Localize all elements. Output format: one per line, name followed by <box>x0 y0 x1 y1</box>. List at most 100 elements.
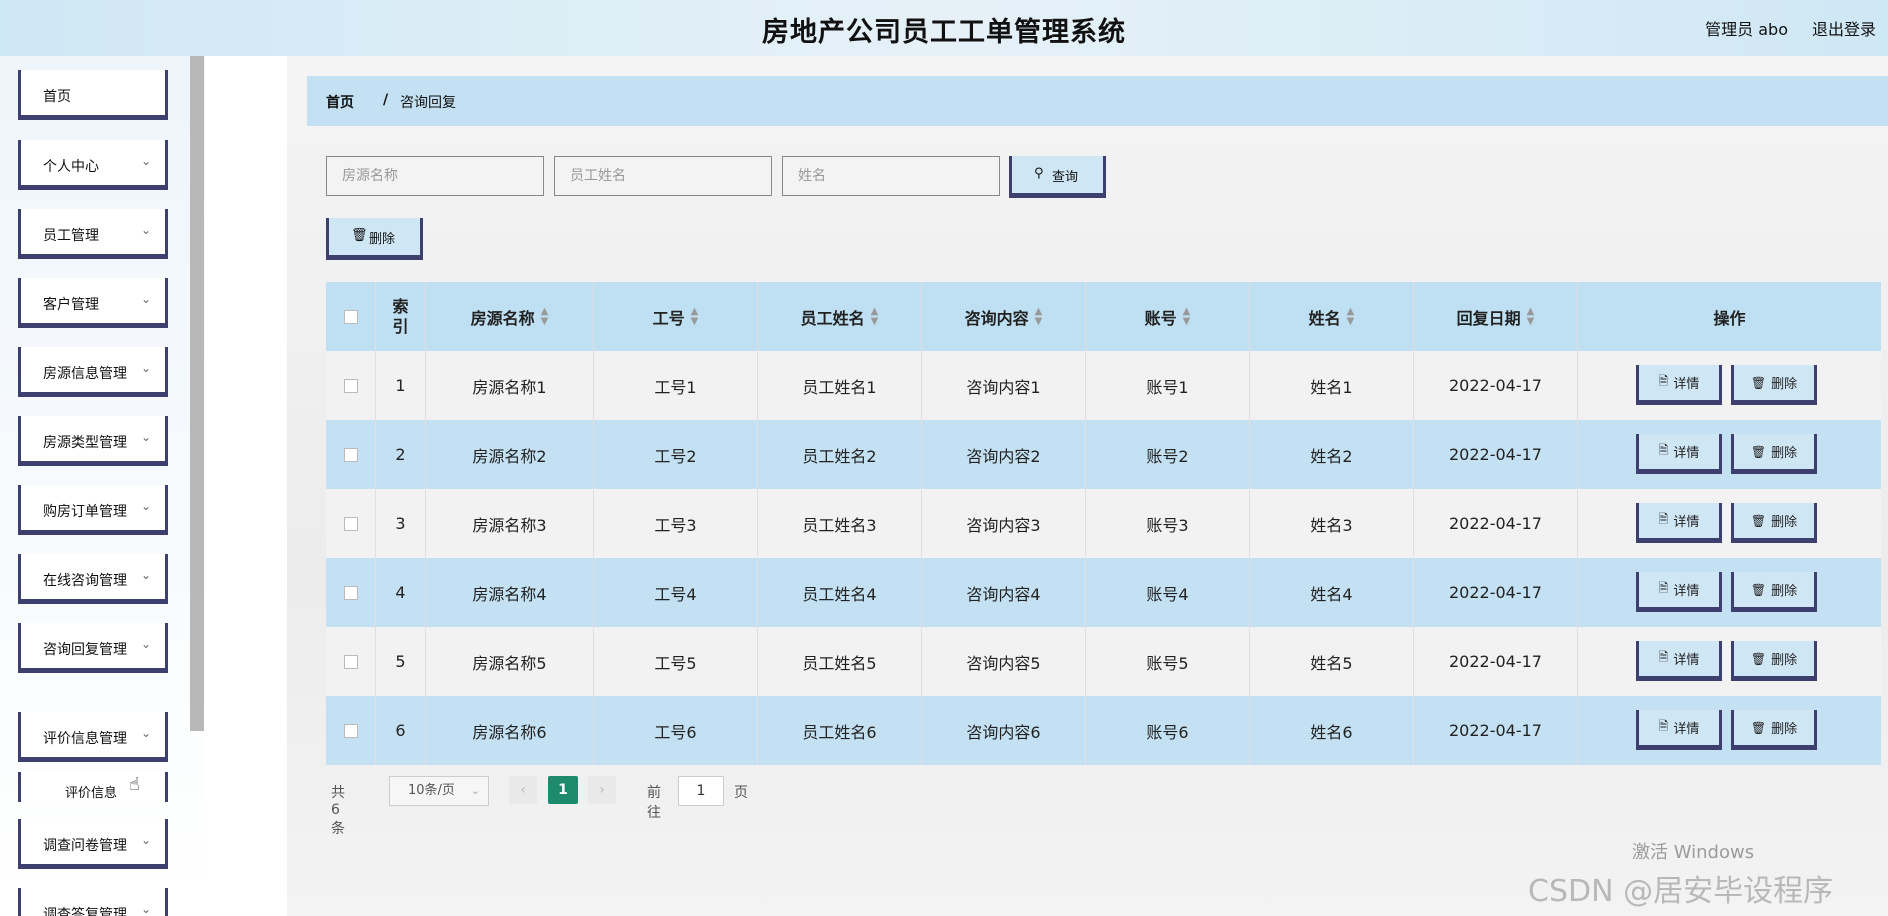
chevron-down-icon: ⌄ <box>140 726 151 740</box>
sidebar-item-survey-answer[interactable]: 调查答复管理 ⌄ <box>18 888 168 916</box>
csdn-watermark: CSDN @居安毕设程序 <box>1528 874 1834 909</box>
row-delete-button[interactable]: 🗑 删除 <box>1731 434 1817 474</box>
cell-date: 2022-04-17 <box>1414 351 1578 420</box>
column-header-house[interactable]: 房源名称 ▲ ▼ <box>426 282 594 351</box>
sort-icon[interactable]: ▲ ▼ <box>1035 306 1043 327</box>
sidebar-item-label: 调查答复管理 <box>43 907 127 916</box>
cell-account: 账号6 <box>1086 696 1250 765</box>
sort-icon[interactable]: ▲ ▼ <box>1183 306 1191 327</box>
sidebar-item-survey[interactable]: 调查问卷管理 ⌄ <box>18 819 168 869</box>
row-delete-button[interactable]: 🗑 删除 <box>1731 365 1817 405</box>
table-row: 2 房源名称2 工号2 员工姓名2 咨询内容2 账号2 姓名2 2022-04-… <box>326 420 1881 489</box>
query-button[interactable]: ⚲ 查询 <box>1009 156 1106 198</box>
detail-button[interactable]: 🗎 详情 <box>1636 572 1722 612</box>
document-icon: 🗎 <box>1658 443 1669 457</box>
cell-account: 账号2 <box>1086 420 1250 489</box>
row-checkbox[interactable] <box>343 585 358 600</box>
sidebar-item-label: 房源信息管理 <box>43 366 127 382</box>
column-header-name[interactable]: 姓名 ▲ ▼ <box>1250 282 1414 351</box>
table-row: 4 房源名称4 工号4 员工姓名4 咨询内容4 账号4 姓名4 2022-04-… <box>326 558 1881 627</box>
row-checkbox[interactable] <box>343 378 358 393</box>
sidebar-item-orders[interactable]: 购房订单管理 ⌄ <box>18 485 168 535</box>
logout-link[interactable]: 退出登录 <box>1812 16 1876 40</box>
sidebar-item-employee[interactable]: 员工管理 ⌄ <box>18 209 168 259</box>
cell-index: 5 <box>376 627 426 696</box>
chevron-down-icon: ⌄ <box>140 154 151 168</box>
row-delete-button[interactable]: 🗑 删除 <box>1731 641 1817 681</box>
breadcrumb-home[interactable]: 首页 <box>326 92 354 112</box>
cell-house: 房源名称1 <box>426 351 594 420</box>
detail-button[interactable]: 🗎 详情 <box>1636 503 1722 543</box>
row-delete-label: 删除 <box>1771 377 1798 392</box>
page-number-button[interactable]: 1 <box>548 776 578 804</box>
row-checkbox[interactable] <box>343 516 358 531</box>
batch-delete-button[interactable]: 🗑 删除 <box>326 218 423 260</box>
cell-emp-no: 工号4 <box>594 558 758 627</box>
house-name-search-input[interactable]: 房源名称 <box>326 156 544 196</box>
next-page-button[interactable]: › <box>588 776 616 804</box>
document-icon: 🗎 <box>1658 719 1669 733</box>
cell-emp-name: 员工姓名4 <box>758 558 922 627</box>
document-icon: 🗎 <box>1658 650 1669 664</box>
detail-button[interactable]: 🗎 详情 <box>1636 641 1722 681</box>
detail-button[interactable]: 🗎 详情 <box>1636 434 1722 474</box>
row-delete-button[interactable]: 🗑 删除 <box>1731 710 1817 750</box>
sidebar-item-profile[interactable]: 个人中心 ⌄ <box>18 140 168 190</box>
row-checkbox[interactable] <box>343 654 358 669</box>
table-header-row: 索引 房源名称 ▲ ▼ 工号 ▲ ▼ 员工姓名 ▲ ▼ 咨询内容 ▲ ▼ 账号 ▲ ▼ 姓名 ▲ ▼ 回… <box>326 282 1881 351</box>
row-checkbox[interactable] <box>343 723 358 738</box>
column-header-label: 房源名称 <box>470 308 535 328</box>
table-row: 5 房源名称5 工号5 员工姓名5 咨询内容5 账号5 姓名5 2022-04-… <box>326 627 1881 696</box>
column-header-date[interactable]: 回复日期 ▲ ▼ <box>1414 282 1578 351</box>
sidebar-item-house-type[interactable]: 房源类型管理 ⌄ <box>18 416 168 466</box>
column-header-emp-name[interactable]: 员工姓名 ▲ ▼ <box>758 282 922 351</box>
cell-house: 房源名称6 <box>426 696 594 765</box>
page-suffix-label: 页 <box>734 785 748 801</box>
goto-label: 前往 <box>647 785 661 821</box>
select-all-checkbox[interactable] <box>343 309 358 324</box>
cell-emp-no: 工号5 <box>594 627 758 696</box>
sidebar-item-label: 员工管理 <box>43 228 99 244</box>
detail-button[interactable]: 🗎 详情 <box>1636 365 1722 405</box>
column-header-account[interactable]: 账号 ▲ ▼ <box>1086 282 1250 351</box>
row-delete-label: 删除 <box>1771 584 1798 599</box>
cell-date: 2022-04-17 <box>1414 489 1578 558</box>
sort-icon[interactable]: ▲ ▼ <box>1527 306 1535 327</box>
batch-delete-label: 删除 <box>369 232 396 247</box>
sidebar-item-home[interactable]: 首页 <box>18 70 168 120</box>
detail-button[interactable]: 🗎 详情 <box>1636 710 1722 750</box>
goto-page-input[interactable]: 1 <box>678 776 724 806</box>
name-search-input[interactable]: 姓名 <box>782 156 1000 196</box>
row-checkbox[interactable] <box>343 447 358 462</box>
cell-emp-no: 工号3 <box>594 489 758 558</box>
sort-icon[interactable]: ▲ ▼ <box>691 306 699 327</box>
sidebar-item-review[interactable]: 评价信息管理 ⌄ <box>18 712 168 762</box>
sidebar-scrollbar[interactable] <box>190 56 204 731</box>
sidebar-subitem-review-info[interactable]: 评价信息 ☝ <box>18 772 168 802</box>
row-delete-button[interactable]: 🗑 删除 <box>1731 503 1817 543</box>
sidebar: 首页 个人中心 ⌄ 员工管理 ⌄ 客户管理 ⌄ 房源信息管理 ⌄ 房源类型管理 … <box>0 56 205 916</box>
sort-icon[interactable]: ▲ ▼ <box>871 306 879 327</box>
sidebar-item-customer[interactable]: 客户管理 ⌄ <box>18 278 168 328</box>
page-size-select[interactable]: 10条/页 ⌄ <box>389 776 489 806</box>
sidebar-item-consult-reply[interactable]: 咨询回复管理 ⌄ <box>18 623 168 673</box>
column-header-content[interactable]: 咨询内容 ▲ ▼ <box>922 282 1086 351</box>
prev-page-button[interactable]: ‹ <box>509 776 537 804</box>
sort-icon[interactable]: ▲ ▼ <box>541 306 549 327</box>
cell-date: 2022-04-17 <box>1414 627 1578 696</box>
detail-button-label: 详情 <box>1673 515 1700 530</box>
trash-icon: 🗑 <box>1750 375 1767 390</box>
employee-name-search-input[interactable]: 员工姓名 <box>554 156 772 196</box>
column-header-label: 账号 <box>1144 308 1177 328</box>
cell-name: 姓名3 <box>1250 489 1414 558</box>
sidebar-item-house-info[interactable]: 房源信息管理 ⌄ <box>18 347 168 397</box>
sidebar-item-label: 咨询回复管理 <box>43 642 127 658</box>
trash-icon: 🗑 <box>1750 513 1767 528</box>
sort-icon[interactable]: ▲ ▼ <box>1347 306 1355 327</box>
column-header-emp-no[interactable]: 工号 ▲ ▼ <box>594 282 758 351</box>
row-delete-button[interactable]: 🗑 删除 <box>1731 572 1817 612</box>
chevron-down-icon: ⌄ <box>140 902 151 916</box>
sidebar-item-online-consult[interactable]: 在线咨询管理 ⌄ <box>18 554 168 604</box>
cell-content: 咨询内容4 <box>922 558 1086 627</box>
table-row: 6 房源名称6 工号6 员工姓名6 咨询内容6 账号6 姓名6 2022-04-… <box>326 696 1881 765</box>
